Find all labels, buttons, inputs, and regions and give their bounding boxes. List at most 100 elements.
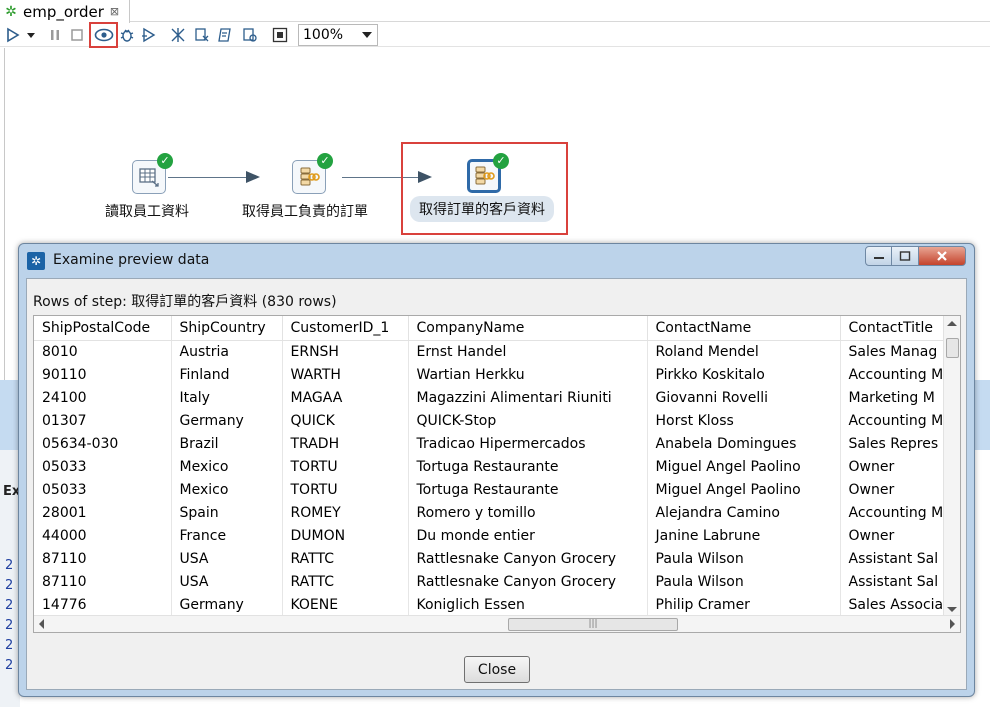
scroll-right-icon[interactable] — [950, 619, 955, 629]
close-button[interactable]: Close — [464, 656, 530, 683]
database-lookup-icon — [475, 166, 495, 185]
vertical-scrollbar[interactable] — [943, 316, 960, 616]
table-cell: Germany — [171, 409, 283, 432]
step-ok-check-icon: ✓ — [157, 153, 173, 169]
run-dropdown-icon[interactable] — [24, 25, 38, 45]
log-line: 2 — [5, 578, 14, 593]
column-header[interactable]: CustomerID_1 — [282, 316, 409, 341]
table-cell: Tortuga Restaurante — [408, 455, 648, 478]
table-row[interactable]: 87110 USA RATTC Rattlesnake Canyon Groce… — [34, 547, 947, 570]
table-cell: WARTH — [282, 363, 409, 386]
table-cell: Paula Wilson — [647, 547, 841, 570]
table-cell: QUICK-Stop — [408, 409, 648, 432]
column-header[interactable]: ContactName — [647, 316, 841, 341]
table-cell: ROMEY — [282, 501, 409, 524]
dialog-titlebar[interactable]: ✲ Examine preview data — [19, 244, 974, 278]
table-cell: Owner — [840, 524, 947, 547]
column-header[interactable]: CompanyName — [408, 316, 648, 341]
scroll-up-icon[interactable] — [947, 321, 957, 326]
table-cell: Alejandra Camino — [647, 501, 841, 524]
table-row[interactable]: 01307 Germany QUICK QUICK-Stop Horst Klo… — [34, 409, 947, 432]
close-window-button[interactable] — [919, 246, 966, 266]
table-cell: RATTC — [282, 570, 409, 593]
maximize-button[interactable] — [892, 246, 919, 266]
table-row[interactable]: 28001 Spain ROMEY Romero y tomillo Aleja… — [34, 501, 947, 524]
column-header[interactable]: ShipPostalCode — [34, 316, 172, 341]
window-buttons — [865, 246, 966, 266]
table-row[interactable]: 05033 Mexico TORTU Tortuga Restaurante M… — [34, 455, 947, 478]
log-line: 2 — [5, 598, 14, 613]
table-row[interactable]: 05634-030 Brazil TRADH Tradicao Hipermer… — [34, 432, 947, 455]
table-row[interactable]: 24100 Italy MAGAA Magazzini Alimentari R… — [34, 386, 947, 409]
show-results-icon[interactable] — [270, 25, 290, 45]
table-cell: Owner — [840, 478, 947, 501]
table-cell: Sales Manag — [840, 340, 947, 363]
table-cell: Finland — [171, 363, 283, 386]
step-label-get-orders: 取得員工負責的訂單 — [242, 204, 368, 220]
table-row[interactable]: 44000 France DUMON Du monde entier Janin… — [34, 524, 947, 547]
verify-icon[interactable] — [168, 25, 188, 45]
horizontal-scrollbar[interactable]: ||| — [34, 615, 960, 632]
explore-db-icon[interactable] — [240, 25, 260, 45]
table-row[interactable]: 05033 Mexico TORTU Tortuga Restaurante M… — [34, 478, 947, 501]
table-cell: 8010 — [34, 340, 172, 363]
close-icon — [937, 251, 947, 261]
table-header-row: ShipPostalCode ShipCountry CustomerID_1 … — [34, 316, 947, 341]
table-cell: Ernst Handel — [408, 340, 648, 363]
table-cell: 05033 — [34, 455, 172, 478]
step-ok-check-icon: ✓ — [493, 153, 509, 169]
table-row[interactable]: 14776 Germany KOENE Koniglich Essen Phil… — [34, 593, 947, 616]
scroll-left-icon[interactable] — [39, 619, 44, 629]
table-cell: USA — [171, 570, 283, 593]
debug-icon[interactable] — [117, 25, 137, 45]
impact-icon[interactable] — [192, 25, 212, 45]
run-icon[interactable] — [3, 25, 23, 45]
tab-emp-order[interactable]: ✲ emp_order ⊠ — [0, 0, 130, 23]
sql-icon[interactable] — [215, 25, 235, 45]
table-cell: 05033 — [34, 478, 172, 501]
table-cell: Marketing M — [840, 386, 947, 409]
table-cell: Mexico — [171, 478, 283, 501]
preview-icon[interactable] — [89, 22, 118, 48]
log-line: 2 — [5, 618, 14, 633]
table-cell: Accounting M — [840, 501, 947, 524]
table-cell: Brazil — [171, 432, 283, 455]
table-cell: 05634-030 — [34, 432, 172, 455]
pause-icon[interactable] — [45, 25, 65, 45]
vertical-scroll-thumb[interactable] — [946, 338, 959, 358]
table-row[interactable]: 90110 Finland WARTH Wartian Herkku Pirkk… — [34, 363, 947, 386]
stop-icon[interactable] — [67, 25, 87, 45]
hop-line-1[interactable] — [168, 177, 248, 178]
minimize-button[interactable] — [865, 246, 892, 266]
maximize-icon — [899, 251, 911, 261]
table-cell: Giovanni Rovelli — [647, 386, 841, 409]
step-label-get-customers: 取得訂單的客戶資料 — [410, 196, 554, 222]
step-ok-check-icon: ✓ — [317, 153, 333, 169]
table-cell: Miguel Angel Paolino — [647, 478, 841, 501]
table-cell: Rattlesnake Canyon Grocery — [408, 547, 648, 570]
table-cell: France — [171, 524, 283, 547]
scroll-down-icon[interactable] — [947, 607, 957, 612]
replay-icon[interactable] — [139, 25, 159, 45]
table-cell: TORTU — [282, 455, 409, 478]
column-header[interactable]: ShipCountry — [171, 316, 283, 341]
table-cell: Sales Repres — [840, 432, 947, 455]
table-cell: Wartian Herkku — [408, 363, 648, 386]
minimize-icon — [873, 257, 884, 259]
table-cell: Pirkko Koskitalo — [647, 363, 841, 386]
table-row[interactable]: 87110 USA RATTC Rattlesnake Canyon Groce… — [34, 570, 947, 593]
table-cell: USA — [171, 547, 283, 570]
transformation-toolbar — [0, 22, 990, 48]
column-header[interactable]: ContactTitle — [840, 316, 947, 341]
hop-arrow-1-icon — [246, 171, 260, 183]
table-cell: Accounting M — [840, 409, 947, 432]
dialog-content: Rows of step: 取得訂單的客戶資料 (830 rows) ShipP… — [26, 278, 967, 690]
table-cell: 24100 — [34, 386, 172, 409]
preview-data-table[interactable]: ShipPostalCode ShipCountry CustomerID_1 … — [33, 315, 961, 633]
table-row[interactable]: 8010 Austria ERNSH Ernst Handel Roland M… — [34, 340, 947, 363]
zoom-select[interactable]: 100% — [298, 24, 378, 46]
close-tab-icon[interactable]: ⊠ — [110, 5, 119, 18]
table-cell: Italy — [171, 386, 283, 409]
horizontal-scroll-thumb[interactable]: ||| — [508, 618, 678, 631]
table-cell: Janine Labrune — [647, 524, 841, 547]
